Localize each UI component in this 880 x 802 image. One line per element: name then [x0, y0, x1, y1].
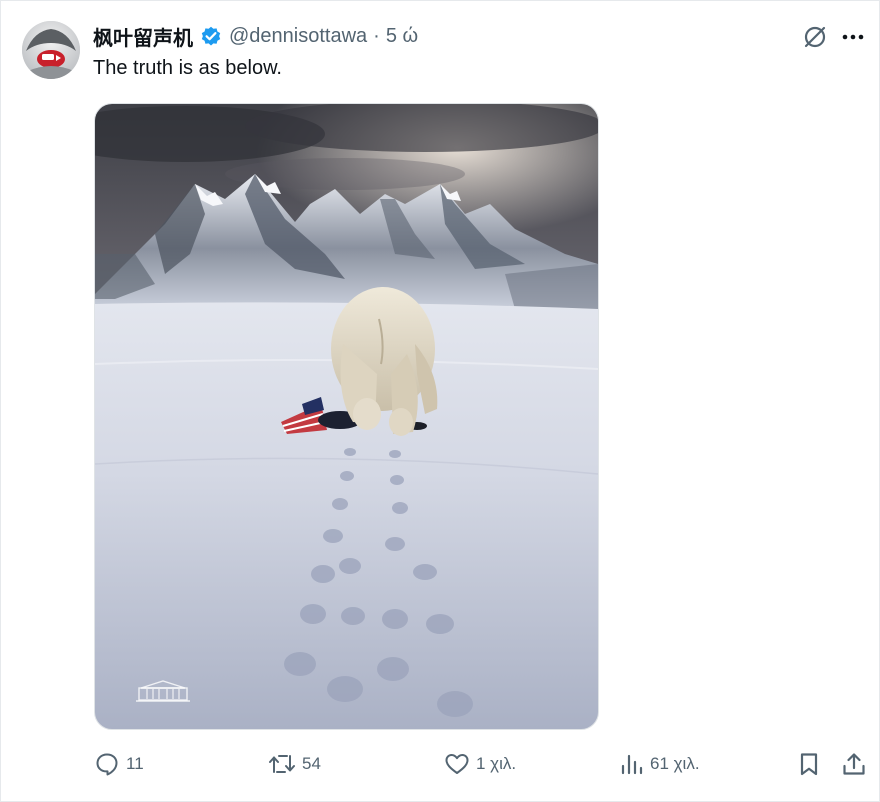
bookmark-button[interactable]: [796, 748, 822, 780]
post-time[interactable]: 5 ώ: [386, 25, 418, 48]
polar-bear-photo: [95, 104, 598, 729]
verified-badge-icon: [199, 24, 223, 48]
reply-count: 11: [126, 754, 144, 773]
display-name[interactable]: 枫叶留声机: [93, 22, 193, 51]
avatar[interactable]: [22, 21, 80, 79]
retweet-icon: [268, 751, 296, 777]
tweet-text: The truth is as below.: [93, 57, 282, 79]
more-options-icon[interactable]: [838, 22, 868, 52]
bookmark-icon: [796, 751, 822, 777]
retweet-button[interactable]: 54: [268, 748, 321, 780]
views-button[interactable]: 61 χιλ.: [620, 748, 700, 780]
tweet-media[interactable]: [94, 103, 599, 730]
grok-icon[interactable]: [800, 22, 830, 52]
avatar-image: [22, 21, 80, 79]
tweet-header: 枫叶留声机 @dennisottawa · 5 ώ: [93, 22, 418, 50]
heart-icon: [444, 751, 470, 777]
user-handle[interactable]: @dennisottawa: [229, 25, 367, 48]
share-button[interactable]: [841, 748, 867, 780]
reply-button[interactable]: 11: [94, 748, 144, 780]
separator-dot: ·: [373, 24, 380, 47]
action-bar: 11 54 1 χιλ. 61 χιλ.: [0, 744, 880, 784]
like-count: 1 χιλ.: [476, 754, 517, 773]
retweet-count: 54: [302, 754, 321, 773]
white-house-watermark-icon: [133, 678, 193, 704]
views-icon: [620, 751, 644, 777]
reply-icon: [94, 751, 120, 777]
like-button[interactable]: 1 χιλ.: [444, 748, 516, 780]
share-icon: [841, 751, 867, 777]
views-count: 61 χιλ.: [650, 754, 700, 773]
